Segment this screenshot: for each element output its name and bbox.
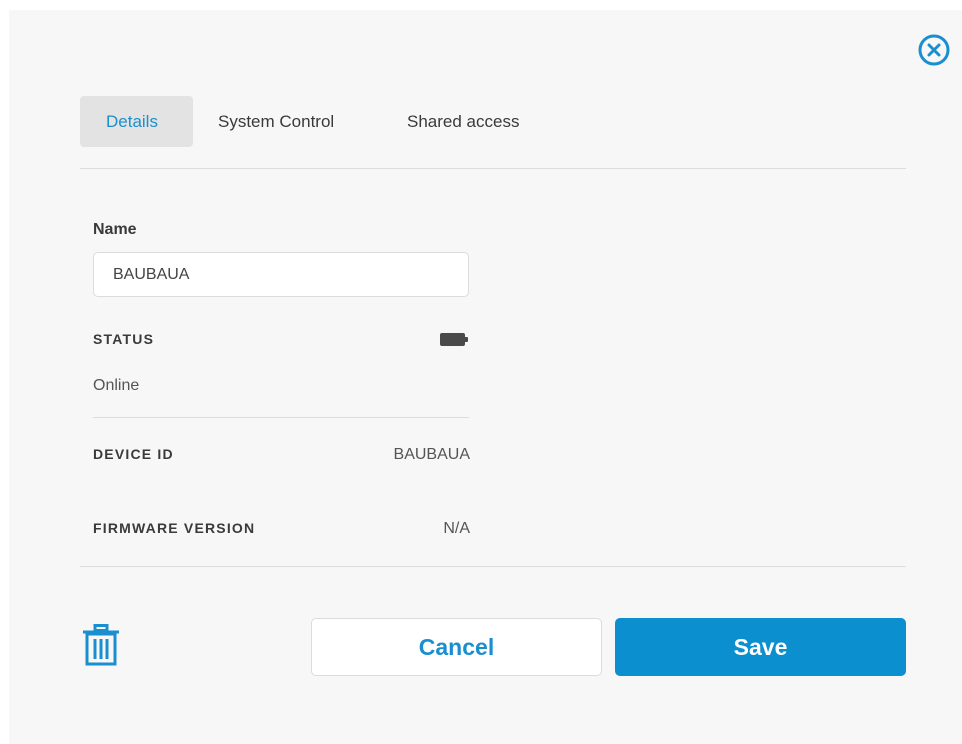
footer-divider	[80, 566, 906, 567]
save-button[interactable]: Save	[615, 618, 906, 676]
name-label: Name	[93, 221, 137, 238]
close-icon[interactable]	[918, 34, 950, 66]
status-divider	[93, 417, 469, 418]
status-value: Online	[93, 377, 140, 394]
firmware-version-value: N/A	[443, 520, 470, 537]
status-label: STATUS	[93, 331, 155, 347]
tabs-divider	[80, 168, 906, 169]
trash-icon[interactable]	[81, 624, 121, 666]
tab-bar: Details System Control Shared access	[80, 96, 519, 147]
tab-system-control[interactable]: System Control	[218, 96, 381, 147]
tab-details[interactable]: Details	[80, 96, 193, 147]
device-id-value: BAUBAUA	[393, 446, 470, 463]
device-id-label: DEVICE ID	[93, 446, 174, 462]
name-input[interactable]	[93, 252, 469, 297]
device-settings-modal: Details System Control Shared access Nam…	[9, 10, 962, 744]
battery-icon	[440, 333, 468, 346]
firmware-version-label: FIRMWARE VERSION	[93, 520, 256, 536]
cancel-button[interactable]: Cancel	[311, 618, 602, 676]
tab-shared-access[interactable]: Shared access	[407, 96, 519, 147]
